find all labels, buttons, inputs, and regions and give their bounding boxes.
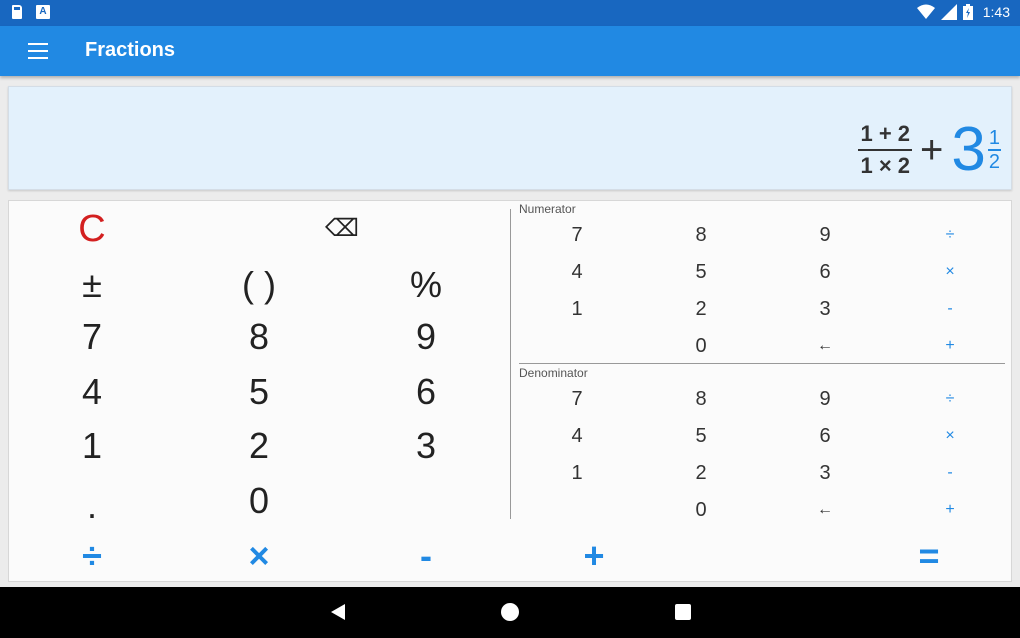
den-key-6[interactable]: 6 xyxy=(765,418,885,454)
key-5[interactable]: 5 xyxy=(179,367,339,417)
multiply-button[interactable]: × xyxy=(179,531,339,581)
decimal-button[interactable]: . xyxy=(12,481,172,531)
den-key-3[interactable]: 3 xyxy=(765,455,885,491)
key-4[interactable]: 4 xyxy=(12,367,172,417)
wifi-icon xyxy=(916,4,935,19)
num-key-9[interactable]: 9 xyxy=(765,217,885,253)
fraction-denominator: 1 × 2 xyxy=(860,153,911,178)
num-back-arrow-icon[interactable]: ← xyxy=(765,328,885,364)
num-minus-button[interactable]: - xyxy=(890,291,1010,327)
equals-button[interactable]: = xyxy=(849,531,1009,581)
hamburger-menu-icon[interactable] xyxy=(28,43,48,59)
add-button[interactable]: + xyxy=(514,531,674,581)
den-minus-button[interactable]: - xyxy=(890,455,1010,491)
status-bar: A 1:43 xyxy=(0,0,1020,26)
expression: 1 + 2 1 × 2 + 3 1 2 xyxy=(858,119,1001,181)
key-6[interactable]: 6 xyxy=(346,367,506,417)
key-1[interactable]: 1 xyxy=(12,421,172,471)
subtract-button[interactable]: - xyxy=(346,531,506,581)
recent-apps-icon[interactable] xyxy=(675,604,691,620)
key-9[interactable]: 9 xyxy=(346,312,506,362)
mixed-numerator: 1 xyxy=(987,127,1001,151)
den-divide-button[interactable]: ÷ xyxy=(890,381,1010,417)
mixed-whole: 3 xyxy=(951,115,986,184)
den-key-1[interactable]: 1 xyxy=(517,455,637,491)
den-key-7[interactable]: 7 xyxy=(517,381,637,417)
status-left: A xyxy=(12,5,50,19)
navigation-bar xyxy=(0,587,1020,638)
battery-charging-icon xyxy=(962,4,973,20)
num-key-3[interactable]: 3 xyxy=(765,291,885,327)
numerator-label: Numerator xyxy=(519,202,576,216)
den-plus-button[interactable]: + xyxy=(890,492,1010,528)
num-key-4[interactable]: 4 xyxy=(517,254,637,290)
parentheses-button[interactable]: ( ) xyxy=(179,260,339,310)
sd-card-icon xyxy=(12,5,22,19)
horizontal-divider xyxy=(519,363,1005,364)
num-key-6[interactable]: 6 xyxy=(765,254,885,290)
den-back-arrow-icon[interactable]: ← xyxy=(765,492,885,528)
mixed-denominator: 2 xyxy=(988,151,1000,173)
plus-minus-button[interactable]: ± xyxy=(12,260,172,310)
expression-fraction: 1 + 2 1 × 2 xyxy=(858,121,913,179)
back-icon[interactable] xyxy=(331,604,345,620)
clear-button[interactable]: C xyxy=(12,204,172,254)
percent-button[interactable]: % xyxy=(346,260,506,310)
key-8[interactable]: 8 xyxy=(179,312,339,362)
den-multiply-button[interactable]: × xyxy=(890,418,1010,454)
num-key-7[interactable]: 7 xyxy=(517,217,637,253)
num-key-0[interactable]: 0 xyxy=(641,328,761,364)
den-key-8[interactable]: 8 xyxy=(641,381,761,417)
fraction-numerator: 1 + 2 xyxy=(858,121,913,151)
mixed-fraction: 1 2 xyxy=(987,127,1001,173)
den-key-9[interactable]: 9 xyxy=(765,381,885,417)
expression-display: 1 + 2 1 × 2 + 3 1 2 xyxy=(8,86,1012,190)
den-key-0[interactable]: 0 xyxy=(641,492,761,528)
keypad: C ⌫ ± ( ) % 7 8 9 4 5 6 1 2 3 . 0 Numera… xyxy=(8,200,1012,582)
home-icon[interactable] xyxy=(501,603,519,621)
num-key-5[interactable]: 5 xyxy=(641,254,761,290)
keyboard-a-icon: A xyxy=(36,5,50,19)
app-bar: Fractions xyxy=(0,26,1020,76)
status-right: 1:43 xyxy=(916,4,1010,20)
num-divide-button[interactable]: ÷ xyxy=(890,217,1010,253)
den-key-4[interactable]: 4 xyxy=(517,418,637,454)
signal-icon xyxy=(940,4,957,20)
divide-button[interactable]: ÷ xyxy=(12,531,172,581)
num-multiply-button[interactable]: × xyxy=(890,254,1010,290)
key-2[interactable]: 2 xyxy=(179,421,339,471)
app-title: Fractions xyxy=(85,39,176,61)
den-key-5[interactable]: 5 xyxy=(641,418,761,454)
num-plus-button[interactable]: + xyxy=(890,328,1010,364)
key-7[interactable]: 7 xyxy=(12,312,172,362)
key-0[interactable]: 0 xyxy=(179,476,339,526)
den-key-2[interactable]: 2 xyxy=(641,455,761,491)
expression-operator: + xyxy=(920,127,944,172)
key-3[interactable]: 3 xyxy=(346,421,506,471)
num-key-1[interactable]: 1 xyxy=(517,291,637,327)
vertical-divider xyxy=(510,209,511,519)
status-time: 1:43 xyxy=(982,4,1010,20)
denominator-label: Denominator xyxy=(519,366,588,380)
backspace-icon[interactable]: ⌫ xyxy=(262,204,422,254)
num-key-2[interactable]: 2 xyxy=(641,291,761,327)
num-key-8[interactable]: 8 xyxy=(641,217,761,253)
